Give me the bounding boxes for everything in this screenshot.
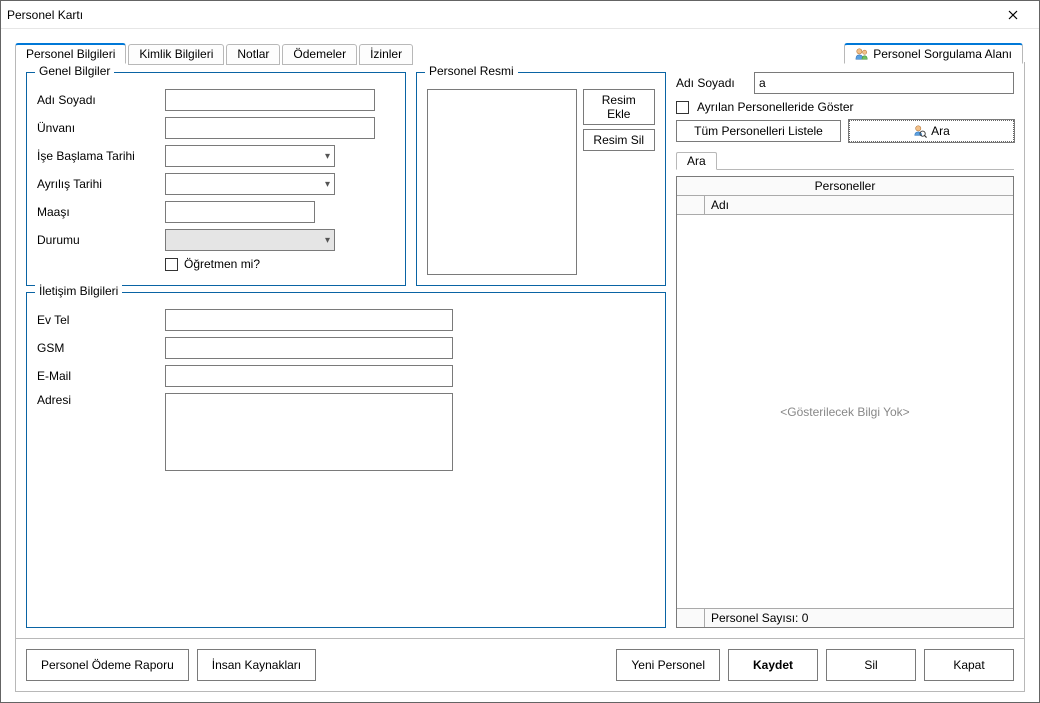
chevron-down-icon: ▾ bbox=[325, 235, 330, 246]
tabs-row: Personel Bilgileri Kimlik Bilgileri Notl… bbox=[15, 39, 1025, 63]
button-resim-ekle[interactable]: Resim Ekle bbox=[583, 89, 655, 125]
input-adresi[interactable] bbox=[165, 393, 453, 471]
grid-col-adi[interactable]: Adı bbox=[705, 196, 735, 214]
grid-empty-text: <Gösterilecek Bilgi Yok> bbox=[780, 405, 909, 419]
button-ara-label: Ara bbox=[931, 124, 950, 138]
grid-body: <Gösterilecek Bilgi Yok> bbox=[677, 215, 1013, 608]
group-genel-bilgiler: Genel Bilgiler Adı Soyadı Ünvanı İşe Baş… bbox=[26, 72, 406, 286]
window-title: Personel Kartı bbox=[7, 8, 993, 22]
label-email: E-Mail bbox=[37, 369, 157, 383]
label-unvani: Ünvanı bbox=[37, 121, 157, 135]
input-adi-soyadi[interactable] bbox=[165, 89, 375, 111]
label-q-adi-soyadi: Adı Soyadı bbox=[676, 76, 746, 90]
label-ayrilan-goster: Ayrılan Personelleride Göster bbox=[697, 100, 854, 114]
grid-header-row: Adı bbox=[677, 196, 1013, 215]
content-area: Personel Bilgileri Kimlik Bilgileri Notl… bbox=[1, 29, 1039, 702]
mini-tab-row: Ara bbox=[676, 148, 1014, 170]
label-adi-soyadi: Adı Soyadı bbox=[37, 93, 157, 107]
search-person-icon bbox=[913, 124, 927, 138]
checkbox-ayrilan-goster[interactable] bbox=[676, 101, 689, 114]
label-ogretmenmi: Öğretmen mi? bbox=[184, 257, 260, 271]
top-row: Genel Bilgiler Adı Soyadı Ünvanı İşe Baş… bbox=[26, 72, 666, 286]
combo-ise-baslama[interactable]: ▾ bbox=[165, 145, 335, 167]
label-ev-tel: Ev Tel bbox=[37, 313, 157, 327]
button-kaydet[interactable]: Kaydet bbox=[728, 649, 818, 681]
input-ev-tel[interactable] bbox=[165, 309, 453, 331]
grid-footer: Personel Sayısı: 0 bbox=[677, 608, 1013, 627]
chevron-down-icon: ▾ bbox=[325, 179, 330, 190]
grid-footer-corner bbox=[677, 609, 705, 627]
input-unvani[interactable] bbox=[165, 117, 375, 139]
label-maasi: Maaşı bbox=[37, 205, 157, 219]
label-adresi: Adresi bbox=[37, 393, 157, 407]
legend-genel: Genel Bilgiler bbox=[35, 64, 114, 78]
input-q-adi-soyadi[interactable] bbox=[754, 72, 1014, 94]
button-bar: Personel Ödeme Raporu İnsan Kaynakları Y… bbox=[16, 638, 1024, 691]
button-ara[interactable]: Ara bbox=[849, 120, 1014, 142]
input-maasi[interactable] bbox=[165, 201, 315, 223]
checkbox-ogretmenmi[interactable] bbox=[165, 258, 178, 271]
window-close-button[interactable] bbox=[993, 4, 1033, 26]
group-iletisim: İletişim Bilgileri Ev Tel GSM E-Mail bbox=[26, 292, 666, 628]
close-icon bbox=[1008, 10, 1018, 20]
legend-resmi: Personel Resmi bbox=[425, 64, 518, 78]
query-panel: Adı Soyadı Ayrılan Personelleride Göster… bbox=[676, 72, 1014, 628]
button-kapat[interactable]: Kapat bbox=[924, 649, 1014, 681]
button-insan-kaynaklari[interactable]: İnsan Kaynakları bbox=[197, 649, 316, 681]
button-sil[interactable]: Sil bbox=[826, 649, 916, 681]
panel-body: Genel Bilgiler Adı Soyadı Ünvanı İşe Baş… bbox=[15, 62, 1025, 692]
mini-tab-ara[interactable]: Ara bbox=[676, 152, 717, 170]
tabs-right: Personel Sorgulama Alanı bbox=[844, 42, 1025, 63]
button-odeme-raporu[interactable]: Personel Ödeme Raporu bbox=[26, 649, 189, 681]
titlebar: Personel Kartı bbox=[1, 1, 1039, 29]
combo-ayrilis[interactable]: ▾ bbox=[165, 173, 335, 195]
tabs-left: Personel Bilgileri Kimlik Bilgileri Notl… bbox=[15, 42, 415, 63]
legend-iletisim: İletişim Bilgileri bbox=[35, 284, 122, 298]
button-tum-listele[interactable]: Tüm Personelleri Listele bbox=[676, 120, 841, 142]
label-ise-baslama: İşe Başlama Tarihi bbox=[37, 149, 157, 163]
label-ayrilis: Ayrılış Tarihi bbox=[37, 177, 157, 191]
combo-durumu[interactable]: ▾ bbox=[165, 229, 335, 251]
label-gsm: GSM bbox=[37, 341, 157, 355]
input-gsm[interactable] bbox=[165, 337, 453, 359]
right-column: Adı Soyadı Ayrılan Personelleride Göster… bbox=[676, 72, 1014, 628]
tab-page: Genel Bilgiler Adı Soyadı Ünvanı İşe Baş… bbox=[16, 62, 1024, 638]
tab-personel-sorgulama[interactable]: Personel Sorgulama Alanı bbox=[844, 43, 1023, 64]
grid-title: Personeller bbox=[677, 177, 1013, 196]
grid-personeller: Personeller Adı <Gösterilecek Bilgi Yok>… bbox=[676, 176, 1014, 628]
button-yeni-personel[interactable]: Yeni Personel bbox=[616, 649, 720, 681]
input-email[interactable] bbox=[165, 365, 453, 387]
photo-box bbox=[427, 89, 577, 275]
button-resim-sil[interactable]: Resim Sil bbox=[583, 129, 655, 151]
grid-header-corner bbox=[677, 196, 705, 214]
tab-personel-bilgileri[interactable]: Personel Bilgileri bbox=[15, 43, 126, 64]
people-icon bbox=[855, 47, 869, 61]
group-personel-resmi: Personel Resmi Resim Ekle Resim Sil bbox=[416, 72, 666, 286]
left-column: Genel Bilgiler Adı Soyadı Ünvanı İşe Baş… bbox=[26, 72, 666, 628]
label-durumu: Durumu bbox=[37, 233, 157, 247]
chevron-down-icon: ▾ bbox=[325, 151, 330, 162]
grid-footer-count: Personel Sayısı: 0 bbox=[705, 609, 1013, 627]
tab-personel-sorgulama-label: Personel Sorgulama Alanı bbox=[873, 47, 1012, 61]
window: Personel Kartı Personel Bilgileri Kimlik… bbox=[0, 0, 1040, 703]
